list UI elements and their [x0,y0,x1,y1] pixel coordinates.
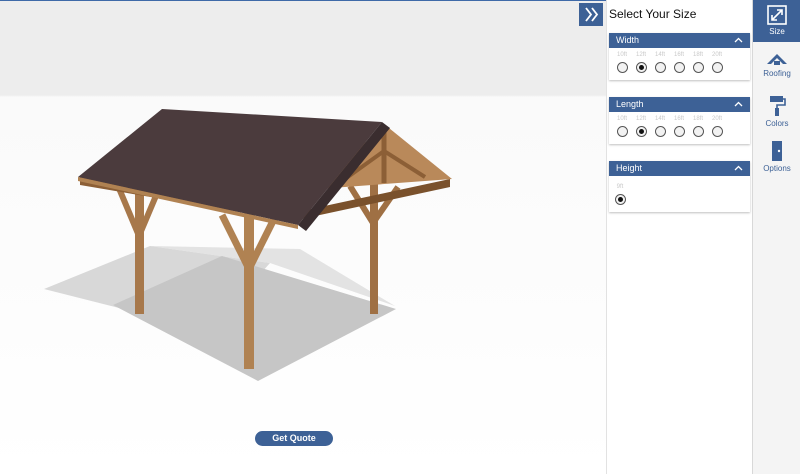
size-panel: Select Your Size Width 10ft 12ft 14ft 16… [606,0,752,474]
radio-button-selected[interactable] [615,194,626,205]
radio-button[interactable] [712,62,723,73]
width-option[interactable]: 16ft [670,52,688,78]
height-section-header[interactable]: Height [609,161,750,176]
length-option[interactable]: 10ft [613,116,631,142]
option-label: 20ft [711,52,722,58]
width-option[interactable]: 14ft [651,52,669,78]
length-option[interactable]: 14ft [651,116,669,142]
door-icon [772,141,782,161]
height-section-title: Height [616,163,643,173]
length-option[interactable]: 16ft [670,116,688,142]
rail-label: Options [763,164,791,173]
rail-label: Roofing [763,69,791,78]
chevron-double-right-icon [585,7,599,22]
width-option[interactable]: 10ft [613,52,631,78]
roof-icon [767,54,787,65]
radio-button[interactable] [617,126,628,137]
radio-button-selected[interactable] [636,62,647,73]
width-option[interactable]: 12ft [632,52,650,78]
radio-button[interactable] [693,62,704,73]
rail-label: Size [769,27,785,36]
option-label: 14ft [654,52,665,58]
length-section-header[interactable]: Length [609,97,750,112]
radio-button-selected[interactable] [636,126,647,137]
width-option[interactable]: 18ft [689,52,707,78]
radio-button[interactable] [674,126,685,137]
option-label: 18ft [692,116,703,122]
option-label: 16ft [673,116,684,122]
width-section: Width 10ft 12ft 14ft 16ft 18ft 20ft [609,33,750,80]
paint-roller-icon [770,96,786,116]
post-front-left [244,211,254,369]
rail-item-colors[interactable]: Colors [753,90,800,132]
category-rail: Size Roofing Colors Options [752,0,800,474]
rail-item-size[interactable]: Size [753,0,800,42]
option-label: 10ft [616,52,627,58]
chevron-up-icon [734,165,743,171]
height-options: 9ft [609,176,750,212]
option-label: 12ft [635,52,646,58]
width-option[interactable]: 20ft [708,52,726,78]
height-option[interactable]: 9ft [611,184,629,210]
option-label: 18ft [692,52,703,58]
collapse-panel-button[interactable] [579,3,603,26]
chevron-up-icon [734,101,743,107]
option-label: 12ft [635,116,646,122]
rail-item-roofing[interactable]: Roofing [753,46,800,88]
radio-button[interactable] [655,62,666,73]
length-option[interactable]: 20ft [708,116,726,142]
3d-viewport[interactable]: Get Quote [0,0,606,474]
length-section: Length 10ft 12ft 14ft 16ft 18ft 20ft [609,97,750,144]
chevron-up-icon [734,37,743,43]
option-label: 10ft [616,116,627,122]
width-section-header[interactable]: Width [609,33,750,48]
length-section-title: Length [616,99,644,109]
option-label: 14ft [654,116,665,122]
radio-button[interactable] [712,126,723,137]
radio-button[interactable] [674,62,685,73]
length-option[interactable]: 12ft [632,116,650,142]
option-label: 16ft [673,52,684,58]
width-options: 10ft 12ft 14ft 16ft 18ft 20ft [609,48,750,80]
rail-label: Colors [765,119,789,128]
post-back-left [135,186,144,314]
panel-title: Select Your Size [609,7,697,21]
width-section-title: Width [616,35,640,45]
height-section: Height 9ft [609,161,750,212]
rail-item-options[interactable]: Options [753,135,800,177]
pavilion-model[interactable] [0,1,606,475]
option-label: 20ft [711,116,722,122]
length-option[interactable]: 18ft [689,116,707,142]
length-options: 10ft 12ft 14ft 16ft 18ft 20ft [609,112,750,144]
radio-button[interactable] [655,126,666,137]
get-quote-button[interactable]: Get Quote [255,431,333,446]
radio-button[interactable] [693,126,704,137]
radio-button[interactable] [617,62,628,73]
option-label: 9ft [616,184,624,190]
resize-icon [767,5,787,25]
